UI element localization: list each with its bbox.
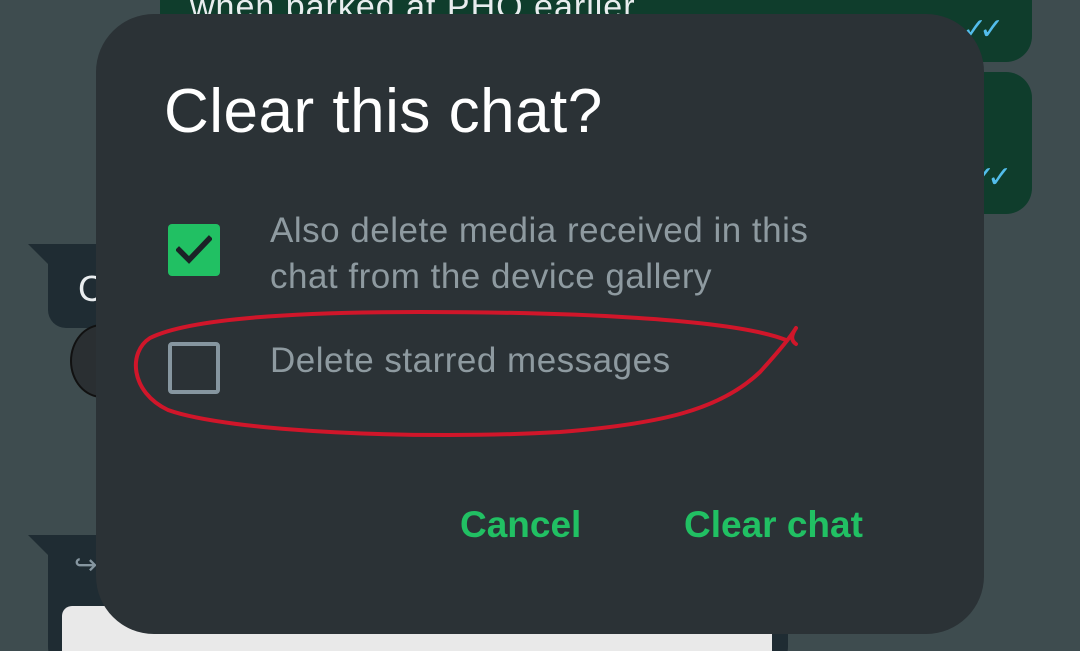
delete-media-checkbox[interactable]	[168, 224, 220, 276]
option-delete-starred[interactable]: Delete starred messages	[168, 341, 870, 394]
clear-chat-dialog: Clear this chat? Also delete media recei…	[96, 14, 984, 634]
forward-icon: ↪	[74, 549, 98, 580]
delete-media-label: Also delete media received in this chat …	[270, 211, 809, 296]
option-delete-media[interactable]: Also delete media received in this chat …	[168, 208, 870, 300]
clear-chat-button[interactable]: Clear chat	[684, 504, 863, 546]
checkmark-icon	[176, 235, 212, 264]
dialog-title: Clear this chat?	[164, 77, 603, 146]
delete-starred-checkbox[interactable]	[168, 342, 220, 394]
chat-screen: when parked at PHQ earlier ✓✓ ✓✓ C ↪ Cle…	[0, 0, 1080, 651]
cancel-button[interactable]: Cancel	[460, 504, 581, 546]
delete-starred-label: Delete starred messages	[270, 341, 671, 380]
